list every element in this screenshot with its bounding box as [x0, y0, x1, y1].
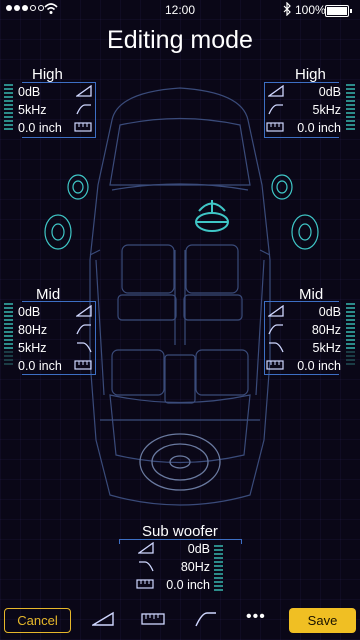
highpass-icon[interactable] — [195, 611, 217, 627]
mid-right-meter — [346, 303, 355, 367]
ruler-icon[interactable] — [141, 611, 165, 627]
front-left-meter — [4, 84, 13, 132]
ruler-icon — [136, 579, 154, 589]
level-icon — [76, 305, 92, 317]
cancel-button[interactable]: Cancel — [4, 608, 71, 633]
bottom-toolbar: Cancel ••• Save — [0, 600, 360, 640]
save-button[interactable]: Save — [289, 608, 356, 633]
highpass-icon — [76, 104, 91, 115]
mid-right-gain[interactable]: 0dB — [266, 304, 342, 321]
more-options-button[interactable]: ••• — [246, 608, 266, 626]
level-icon — [268, 305, 284, 317]
mid-left-distance[interactable]: 0.0 inch — [18, 358, 94, 375]
steering-wheel-icon — [195, 200, 229, 232]
lowpass-icon — [139, 561, 154, 572]
editing-screen: 12:00 100% Editing mode High 0dB 5kHz 0.… — [0, 0, 360, 640]
front-speaker-icons — [44, 174, 319, 250]
mid-left-gain[interactable]: 0dB — [18, 304, 94, 321]
highpass-icon — [268, 324, 283, 335]
ruler-icon — [266, 360, 284, 370]
front-left-freq[interactable]: 5kHz — [18, 102, 94, 119]
subwoofer-meter — [214, 545, 223, 593]
front-left-distance[interactable]: 0.0 inch — [18, 120, 94, 137]
mid-right-lpf[interactable]: 5kHz — [266, 340, 342, 357]
ruler-icon — [74, 360, 92, 370]
subwoofer-lpf[interactable]: 80Hz — [134, 559, 212, 576]
front-right-gain[interactable]: 0dB — [266, 84, 342, 101]
mid-left-lpf[interactable]: 5kHz — [18, 340, 94, 357]
mid-right-hpf[interactable]: 80Hz — [266, 322, 342, 339]
level-icon — [138, 542, 154, 554]
ruler-icon — [266, 122, 284, 132]
subwoofer-gain[interactable]: 0dB — [134, 541, 212, 558]
level-icon — [268, 85, 284, 97]
ruler-icon — [74, 122, 92, 132]
mid-left-meter — [4, 303, 13, 367]
front-left-label: High — [32, 66, 63, 83]
mid-left-hpf[interactable]: 80Hz — [18, 322, 94, 339]
level-icon — [76, 85, 92, 97]
lowpass-icon — [269, 342, 284, 353]
highpass-icon — [76, 324, 91, 335]
subwoofer-label: Sub woofer — [142, 523, 218, 540]
level-icon[interactable] — [92, 611, 114, 627]
highpass-icon — [268, 104, 283, 115]
subwoofer-distance[interactable]: 0.0 inch — [134, 577, 212, 594]
lowpass-icon — [77, 342, 92, 353]
front-right-distance[interactable]: 0.0 inch — [266, 120, 342, 137]
mid-right-distance[interactable]: 0.0 inch — [266, 358, 342, 375]
front-left-gain[interactable]: 0dB — [18, 84, 94, 101]
front-right-freq[interactable]: 5kHz — [266, 102, 342, 119]
front-right-label: High — [295, 66, 326, 83]
front-right-meter — [346, 84, 355, 132]
